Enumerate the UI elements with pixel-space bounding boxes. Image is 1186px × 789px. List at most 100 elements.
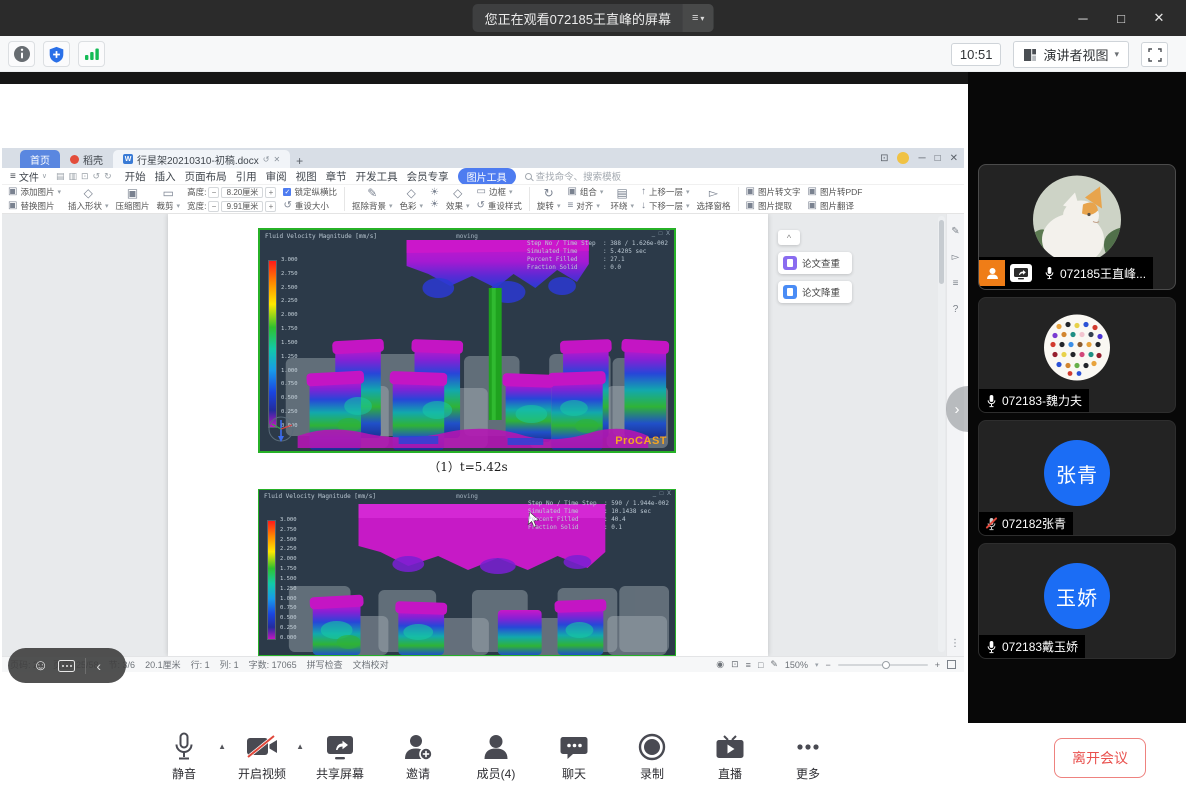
compress-image-button[interactable]: ▣压缩图片: [116, 187, 150, 212]
menu-review[interactable]: 审阅: [266, 169, 287, 184]
file-menu[interactable]: ≡文件∨: [10, 169, 47, 184]
chat-button[interactable]: 聊天: [548, 731, 600, 782]
participant-tile-4[interactable]: 玉娇 072183戴玉娇: [978, 543, 1176, 659]
pic-to-text-button[interactable]: ▣图片转文字: [746, 186, 801, 198]
width-stepper[interactable]: 宽度:−9.91厘米+: [187, 200, 276, 212]
group-button[interactable]: ▣组合▾: [567, 186, 603, 198]
effects-button[interactable]: ◇效果▾: [446, 187, 470, 212]
more-button[interactable]: 更多: [782, 731, 834, 782]
menu-section[interactable]: 章节: [326, 169, 347, 184]
zoom-in-button[interactable]: +: [935, 660, 940, 670]
emoji-reaction-button[interactable]: ☺: [33, 658, 48, 673]
command-search[interactable]: 查找命令、搜索模板: [525, 169, 622, 183]
members-button[interactable]: 成员(4): [470, 731, 522, 782]
page-view-icon[interactable]: ⊡: [731, 659, 739, 670]
pic-extract-button[interactable]: ▣图片提取: [746, 200, 801, 212]
web-view-icon[interactable]: □: [758, 660, 763, 670]
live-stream-button[interactable]: 直播: [704, 731, 756, 782]
zoom-level[interactable]: 150%: [785, 660, 808, 670]
menu-membership[interactable]: 会员专享: [407, 169, 449, 184]
wrap-button[interactable]: ▤环绕▾: [610, 187, 634, 212]
minimize-button[interactable]: ─: [1064, 0, 1102, 36]
security-button[interactable]: [43, 41, 70, 67]
replace-image-button[interactable]: ▣替换图片: [8, 200, 61, 212]
outline-view-icon[interactable]: ≡: [746, 660, 751, 670]
fullscreen-button[interactable]: [1141, 42, 1168, 67]
brightness-up-icon[interactable]: ☀: [430, 188, 439, 198]
adjust-sliders-icon[interactable]: ≡: [953, 278, 959, 289]
paper-reduce-button[interactable]: 论文降重: [778, 281, 852, 303]
brightness-down-icon[interactable]: ☀: [430, 200, 439, 210]
grid-icon[interactable]: ⊡: [880, 153, 888, 164]
mute-button[interactable]: 静音 ▲: [158, 731, 210, 782]
menu-insert[interactable]: 插入: [155, 169, 176, 184]
collapse-tools-button[interactable]: ^: [778, 230, 800, 245]
eye-protect-icon[interactable]: ◉: [716, 659, 724, 670]
view-mode-select[interactable]: 演讲者视图 ▾: [1013, 41, 1129, 68]
video-options-button[interactable]: ▲: [296, 742, 304, 751]
lock-ratio-checkbox[interactable]: ✓锁定纵横比: [283, 186, 337, 198]
send-backward-button[interactable]: ↓下移一层▾: [641, 200, 690, 212]
fit-page-icon[interactable]: [947, 660, 956, 669]
menu-page-layout[interactable]: 页面布局: [185, 169, 227, 184]
reset-style-button[interactable]: ↺重设样式: [477, 200, 522, 212]
select-cursor-icon[interactable]: ▻: [952, 252, 960, 263]
border-button[interactable]: ▭边框▾: [477, 186, 522, 198]
simulation-image-2[interactable]: Fluid Velocity Magnitude [mm/s] moving _…: [258, 489, 676, 656]
wps-close-button[interactable]: ✕: [950, 153, 958, 164]
annotate-pen-icon[interactable]: ✎: [951, 226, 959, 237]
participant-tile-3[interactable]: 张青 072182张青: [978, 420, 1176, 536]
start-video-button[interactable]: 开启视频 ▲: [236, 731, 288, 782]
wps-tab-document[interactable]: W 行星架20210310-初稿.docx ↺ ✕: [113, 150, 290, 168]
collapse-overlay-button[interactable]: ‹: [96, 658, 101, 674]
insert-shape-button[interactable]: ◇插入形状▾: [68, 187, 109, 212]
simulation-image-1[interactable]: Fluid Velocity Magnitude [mm/s] moving _…: [258, 228, 676, 453]
height-stepper[interactable]: 高度:−8.20厘米+: [187, 186, 276, 198]
align-button[interactable]: ≡对齐▾: [567, 200, 603, 212]
caption-button[interactable]: [58, 660, 75, 672]
selection-pane-button[interactable]: ▻选择窗格: [697, 187, 731, 212]
menu-developer[interactable]: 开发工具: [356, 169, 398, 184]
add-image-button[interactable]: ▣添加图片▾: [8, 186, 61, 198]
meeting-info-button[interactable]: [8, 41, 35, 67]
color-button[interactable]: ◇色彩▾: [399, 187, 423, 212]
pic-to-pdf-button[interactable]: ▣图片转PDF: [807, 186, 862, 198]
mic-options-button[interactable]: ▲: [218, 742, 226, 751]
wps-tab-docer[interactable]: 稻壳: [60, 150, 113, 168]
edit-view-icon[interactable]: ✎: [770, 659, 778, 670]
zoom-slider[interactable]: [838, 664, 928, 666]
banner-menu-button[interactable]: ≡ ▾: [683, 4, 713, 32]
crop-button[interactable]: ▭裁剪▾: [157, 187, 181, 212]
menu-view[interactable]: 视图: [296, 169, 317, 184]
side-more-icon[interactable]: ⋮: [950, 638, 960, 649]
scrollbar-thumb[interactable]: [939, 220, 944, 284]
zoom-out-button[interactable]: −: [825, 660, 830, 670]
help-icon[interactable]: ?: [953, 304, 959, 315]
zoom-slider-knob[interactable]: [882, 661, 890, 669]
rotate-button[interactable]: ↻旋转▾: [537, 187, 561, 212]
reset-size-button[interactable]: ↺重设大小: [283, 200, 337, 212]
maximize-button[interactable]: □: [1102, 0, 1140, 36]
remove-background-button[interactable]: ✎抠除背景▾: [352, 187, 393, 212]
menu-start[interactable]: 开始: [125, 169, 146, 184]
quick-access-icons[interactable]: ▤▥⊡↺↻: [56, 171, 116, 182]
wps-account-avatar[interactable]: [897, 152, 909, 164]
paper-check-button[interactable]: 论文查重: [778, 252, 852, 274]
wps-minimize-button[interactable]: ─: [918, 153, 925, 164]
participant-tile-2[interactable]: 072183-魏力夫: [978, 297, 1176, 413]
proofread-button[interactable]: 文档校对: [353, 658, 389, 671]
network-quality-button[interactable]: [78, 41, 105, 67]
close-button[interactable]: ✕: [1140, 0, 1178, 36]
leave-meeting-button[interactable]: 离开会议: [1054, 738, 1146, 778]
picture-tools-tab[interactable]: 图片工具: [458, 168, 516, 185]
invite-button[interactable]: 邀请: [392, 731, 444, 782]
record-button[interactable]: 录制: [626, 731, 678, 782]
participant-tile-1[interactable]: 072185王直峰...: [978, 164, 1176, 290]
document-scrollbar[interactable]: [938, 216, 945, 652]
doc-close-icon[interactable]: ✕: [273, 155, 280, 164]
wps-tab-home[interactable]: 首页: [20, 150, 60, 168]
new-tab-button[interactable]: +: [296, 154, 303, 168]
wps-maximize-button[interactable]: □: [935, 153, 941, 164]
bring-forward-button[interactable]: ↑上移一层▾: [641, 186, 690, 198]
spellcheck-button[interactable]: 拼写检查: [307, 658, 343, 671]
